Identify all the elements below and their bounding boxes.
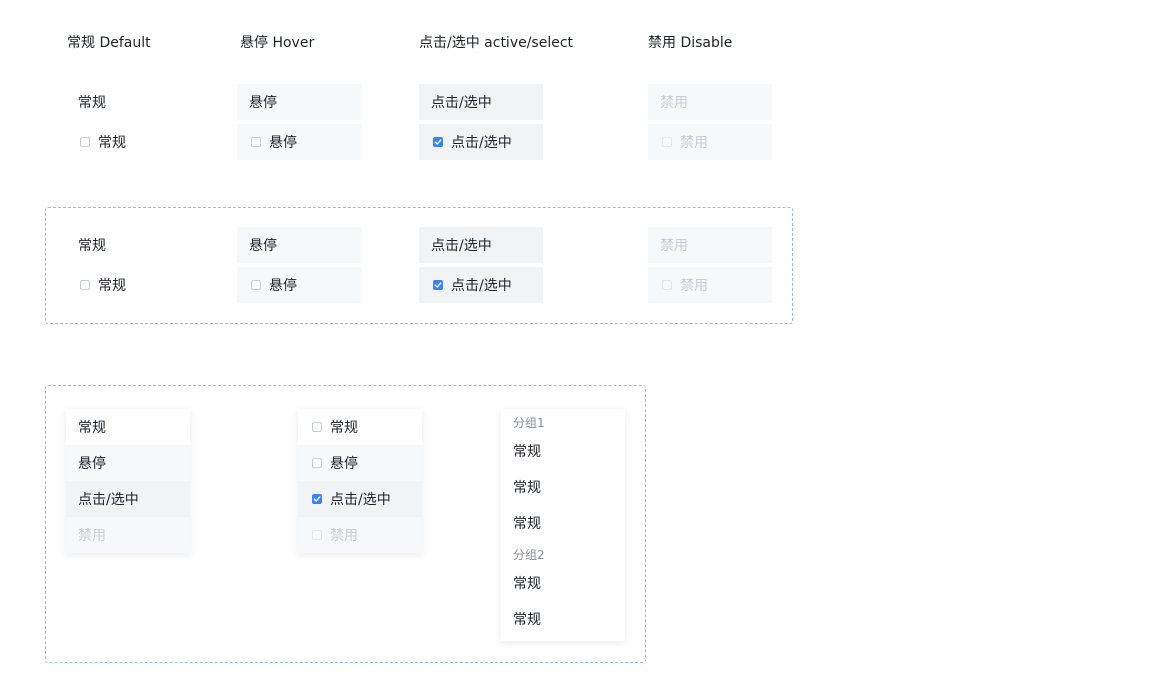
option-label: 点击/选中 [451, 135, 512, 151]
option-normal[interactable]: 常规 [66, 227, 190, 263]
option-label: 常规 [98, 278, 126, 294]
option-label: 禁用 [680, 278, 708, 294]
option-label: 悬停 [269, 278, 297, 294]
menu-item-active[interactable]: 点击/选中 [66, 481, 190, 517]
option-label: 悬停 [269, 135, 297, 151]
option-label: 禁用 [660, 95, 688, 111]
checkbox-option-disabled: 禁用 [648, 267, 772, 303]
checkmark-icon[interactable] [433, 280, 443, 290]
header-default: 常规 Default [67, 35, 151, 51]
option-label: 禁用 [78, 528, 106, 544]
option-label: 常规 [78, 420, 106, 436]
menu-item[interactable]: 常规 [501, 565, 625, 601]
option-label: 常规 [513, 576, 541, 592]
menu-item[interactable]: 常规 [501, 505, 625, 541]
header-disabled: 禁用 Disable [648, 35, 733, 51]
option-label: 点击/选中 [431, 238, 492, 254]
menu-item-disabled: 禁用 [66, 517, 190, 553]
dropdown-menu-grouped: 分组1 常规 常规 常规 分组2 常规 常规 [501, 409, 625, 641]
option-label: 禁用 [660, 238, 688, 254]
option-label: 常规 [330, 420, 358, 436]
option-label: 悬停 [249, 95, 277, 111]
option-label: 常规 [513, 516, 541, 532]
header-active: 点击/选中 active/select [419, 35, 574, 51]
option-label: 悬停 [330, 456, 358, 472]
menu-item-active[interactable]: 点击/选中 [298, 481, 422, 517]
option-label: 禁用 [330, 528, 358, 544]
dashed-frame-states [45, 207, 793, 324]
checkbox-option-disabled: 禁用 [648, 124, 772, 160]
dropdown-menu: 常规 悬停 点击/选中 禁用 [66, 409, 190, 553]
option-normal[interactable]: 常规 [66, 84, 190, 120]
option-label: 点击/选中 [431, 95, 492, 111]
option-label: 点击/选中 [330, 492, 391, 508]
option-label: 常规 [98, 135, 126, 151]
group-title-1: 分组1 [513, 416, 545, 430]
option-label: 常规 [513, 612, 541, 628]
checkbox-icon [662, 137, 672, 147]
checkbox-icon[interactable] [312, 422, 322, 432]
menu-item[interactable]: 常规 [501, 601, 625, 637]
option-hover[interactable]: 悬停 [237, 84, 361, 120]
checkbox-icon [312, 530, 322, 540]
checkbox-icon[interactable] [312, 458, 322, 468]
menu-item[interactable]: 常规 [501, 433, 625, 469]
checkbox-icon [662, 280, 672, 290]
checkmark-icon[interactable] [433, 137, 443, 147]
checkbox-icon[interactable] [80, 280, 90, 290]
option-active[interactable]: 点击/选中 [419, 84, 543, 120]
menu-item-hover[interactable]: 悬停 [66, 445, 190, 481]
option-label: 常规 [78, 95, 106, 111]
option-label: 常规 [78, 238, 106, 254]
checkbox-icon[interactable] [251, 280, 261, 290]
checkbox-option-hover[interactable]: 悬停 [237, 124, 361, 160]
checkbox-icon[interactable] [251, 137, 261, 147]
option-disabled: 禁用 [648, 84, 772, 120]
menu-item[interactable]: 常规 [501, 469, 625, 505]
option-label: 点击/选中 [451, 278, 512, 294]
checkbox-option-active[interactable]: 点击/选中 [419, 267, 543, 303]
menu-item-hover[interactable]: 悬停 [298, 445, 422, 481]
group-title-2: 分组2 [513, 548, 545, 562]
option-label: 禁用 [680, 135, 708, 151]
checkbox-option-normal[interactable]: 常规 [68, 267, 192, 303]
option-hover[interactable]: 悬停 [237, 227, 361, 263]
option-disabled: 禁用 [648, 227, 772, 263]
checkbox-icon[interactable] [80, 137, 90, 147]
option-active[interactable]: 点击/选中 [419, 227, 543, 263]
option-label: 悬停 [78, 456, 106, 472]
menu-item-disabled: 禁用 [298, 517, 422, 553]
checkbox-option-active[interactable]: 点击/选中 [419, 124, 543, 160]
option-label: 悬停 [249, 238, 277, 254]
checkbox-option-normal[interactable]: 常规 [68, 124, 192, 160]
option-label: 常规 [513, 480, 541, 496]
dropdown-menu-checkbox: 常规 悬停 点击/选中 禁用 [298, 409, 422, 553]
option-label: 点击/选中 [78, 492, 139, 508]
checkbox-option-hover[interactable]: 悬停 [237, 267, 361, 303]
menu-item-normal[interactable]: 常规 [66, 409, 190, 445]
header-hover: 悬停 Hover [240, 35, 315, 51]
checkmark-icon[interactable] [312, 494, 322, 504]
option-label: 常规 [513, 444, 541, 460]
menu-item-normal[interactable]: 常规 [298, 409, 422, 445]
